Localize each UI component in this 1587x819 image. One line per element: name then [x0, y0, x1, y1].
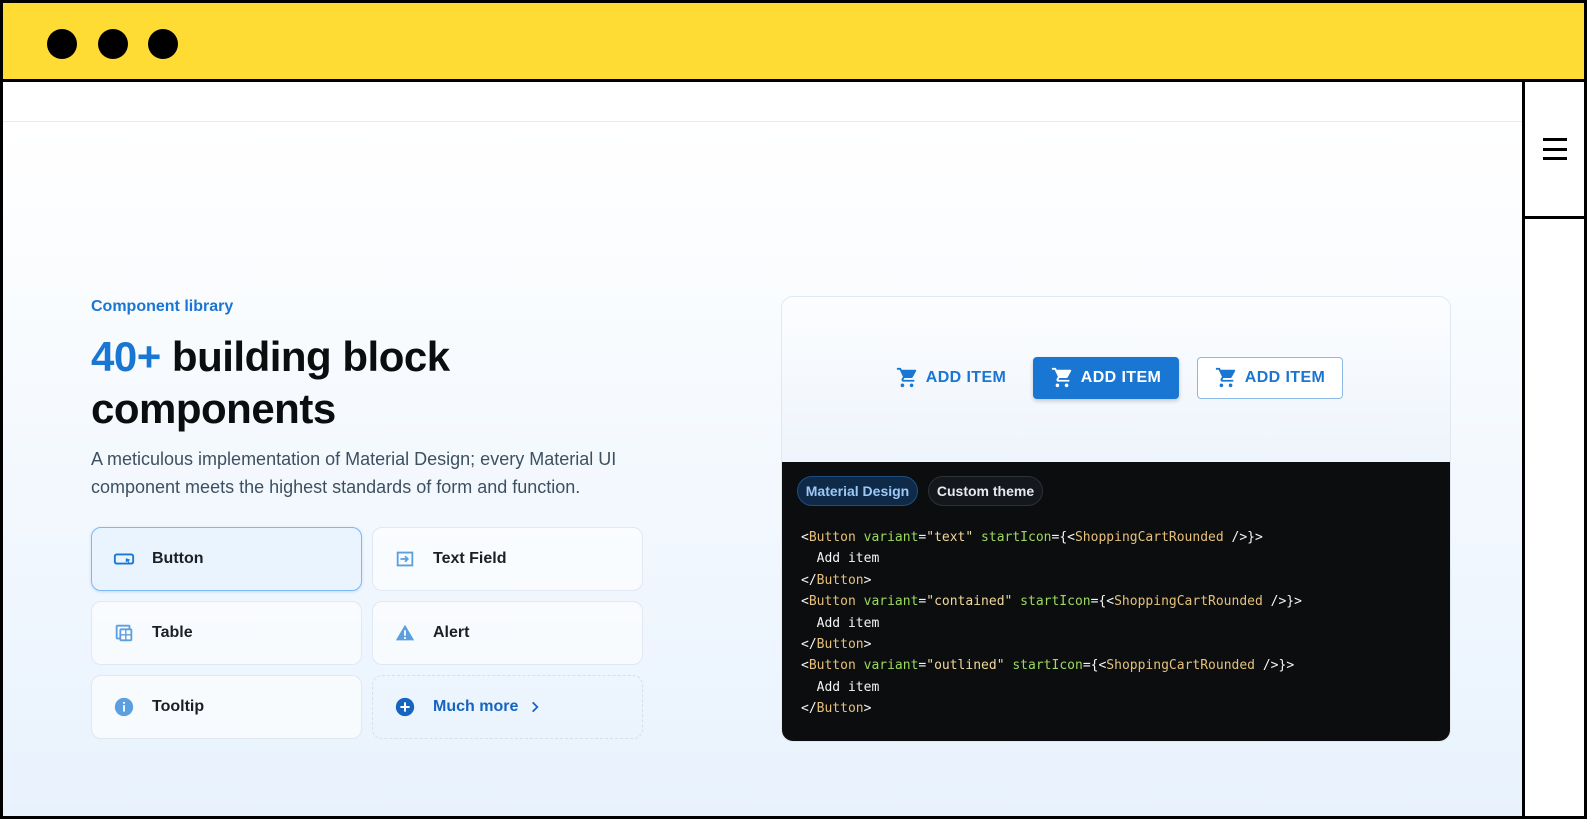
- menu-button[interactable]: [1525, 82, 1584, 219]
- code-token: />}: [1255, 658, 1287, 674]
- component-card-label: Text Field: [433, 550, 507, 567]
- shopping-cart-icon: [1215, 367, 1235, 388]
- add-item-label: ADD ITEM: [1080, 369, 1162, 386]
- component-card-text-field[interactable]: Text Field: [372, 527, 643, 591]
- code-token: </: [801, 701, 817, 717]
- code-panel: Material Design Custom theme <Button var…: [782, 462, 1450, 741]
- add-item-label: ADD ITEM: [1244, 369, 1326, 386]
- add-item-label: ADD ITEM: [925, 369, 1007, 386]
- hero-subtitle: A meticulous implementation of Material …: [91, 449, 617, 497]
- code-token: Add item: [801, 679, 880, 695]
- code-token: <: [801, 530, 809, 545]
- component-card-label: Alert: [433, 624, 470, 641]
- section-eyebrow: Component library: [91, 298, 234, 315]
- code-token: "outlined": [926, 658, 1005, 674]
- headline-accent: 40+: [91, 333, 161, 380]
- add-item-outlined-button[interactable]: ADD ITEM: [1197, 357, 1343, 399]
- browser-window: Component library 40+ building block com…: [0, 0, 1587, 819]
- demo-preview-area: ADD ITEM ADD ITEM ADD ITEM: [782, 297, 1450, 462]
- code-token: Button: [808, 658, 856, 674]
- component-card-label: Tooltip: [152, 698, 205, 715]
- code-token: Button: [808, 594, 856, 610]
- code-token: startIcon: [981, 530, 1052, 545]
- window-minimize-dot[interactable]: [98, 29, 128, 59]
- component-card-label: Button: [152, 550, 204, 567]
- window-maximize-dot[interactable]: [148, 29, 178, 59]
- code-token: >: [863, 572, 872, 588]
- code-token: variant: [863, 530, 919, 545]
- hero-section: Component library 40+ building block com…: [3, 123, 1522, 816]
- code-token: ={<: [1082, 658, 1107, 674]
- add-item-text-button[interactable]: ADD ITEM: [888, 357, 1014, 399]
- code-token: <: [801, 658, 809, 674]
- component-card-table[interactable]: Table: [91, 601, 362, 665]
- component-card-tooltip[interactable]: Tooltip: [91, 675, 362, 739]
- code-token: Button: [816, 701, 864, 717]
- window-close-dot[interactable]: [47, 29, 77, 59]
- code-token: Button: [816, 637, 864, 653]
- component-card-label: Table: [152, 624, 193, 641]
- code-token: variant: [863, 594, 919, 610]
- code-block: <Button variant="text" startIcon={<Shopp…: [801, 527, 1302, 720]
- shopping-cart-icon: [896, 367, 916, 388]
- component-card-label: Much more: [433, 698, 519, 715]
- hamburger-menu-icon: [1542, 138, 1567, 160]
- page-top-strip: [3, 82, 1522, 122]
- add-item-contained-button[interactable]: ADD ITEM: [1033, 357, 1179, 399]
- table-icon: [112, 621, 136, 645]
- warning-icon: [393, 621, 417, 645]
- window-title-bar: [3, 3, 1584, 82]
- page-headline: 40+ building block components: [91, 331, 651, 435]
- code-token: ={<: [1051, 530, 1075, 545]
- code-token: startIcon: [1012, 658, 1083, 674]
- code-token: ShoppingCartRounded: [1106, 658, 1256, 674]
- code-token: startIcon: [1020, 594, 1091, 610]
- code-token: />}: [1262, 594, 1295, 610]
- code-token: />}: [1223, 530, 1256, 545]
- code-token: </: [801, 572, 817, 588]
- code-token: Add item: [801, 615, 880, 631]
- component-card-alert[interactable]: Alert: [372, 601, 643, 665]
- code-token: ShoppingCartRounded: [1114, 594, 1263, 610]
- component-card-button[interactable]: Button: [91, 527, 362, 591]
- text-field-icon: [393, 547, 417, 571]
- page-viewport: Component library 40+ building block com…: [3, 82, 1522, 816]
- component-demo-panel: ADD ITEM ADD ITEM ADD ITEM Material Desi…: [781, 296, 1451, 742]
- code-token: "text": [926, 530, 974, 545]
- shopping-cart-icon: [1051, 367, 1071, 388]
- chevron-right-icon: [528, 700, 542, 714]
- component-list: Button Text Field Table Alert Tooltip Mu…: [91, 527, 643, 739]
- code-token: Add item: [801, 551, 880, 567]
- code-token: >: [1294, 594, 1302, 610]
- code-token: </: [801, 637, 817, 653]
- code-token: Button: [808, 530, 856, 545]
- add-circle-icon: [393, 695, 417, 719]
- chip-custom-theme[interactable]: Custom theme: [928, 476, 1043, 506]
- code-token: >: [1255, 530, 1263, 545]
- button-icon: [112, 547, 136, 571]
- code-token: >: [863, 701, 872, 717]
- chip-material-design[interactable]: Material Design: [797, 476, 918, 506]
- code-token: <: [801, 594, 809, 610]
- code-token: ShoppingCartRounded: [1074, 530, 1224, 545]
- info-icon: [112, 695, 136, 719]
- code-token: Button: [816, 572, 864, 588]
- code-token: ={<: [1090, 594, 1115, 610]
- code-token: variant: [863, 658, 919, 674]
- component-card-much-more[interactable]: Much more: [372, 675, 643, 739]
- code-token: "contained": [926, 594, 1013, 610]
- code-token: >: [1286, 658, 1295, 674]
- right-sidebar: [1522, 82, 1584, 816]
- code-token: >: [863, 637, 872, 653]
